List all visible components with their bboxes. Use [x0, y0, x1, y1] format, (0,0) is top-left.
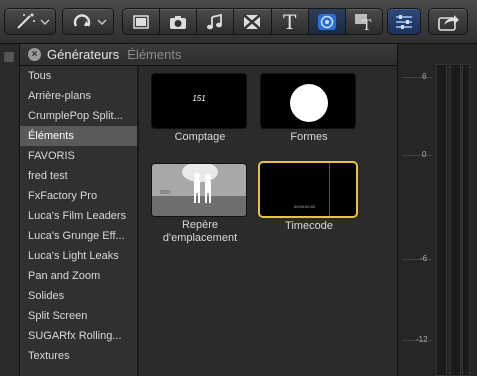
sidebar-item-textures[interactable]: Textures: [20, 346, 137, 366]
browser-segmented-control: T T: [122, 8, 383, 35]
meter-track-left: [436, 64, 447, 376]
tile-label: Comptage: [174, 131, 226, 143]
formes-thumbnail: [260, 73, 356, 129]
category-sidebar: Tous Arrière-plans CrumplePop Split... É…: [20, 66, 138, 376]
timecode-readout: 00:00:02:02: [294, 204, 316, 209]
tile-label: Formes: [290, 131, 328, 143]
magic-wand-icon: [17, 13, 50, 29]
retime-icon: [73, 13, 107, 27]
svg-text:T: T: [362, 18, 372, 32]
sidebar-item-grunge[interactable]: Luca's Grunge Eff...: [20, 226, 137, 246]
generators-icon: [317, 13, 336, 30]
photos-button[interactable]: [160, 9, 198, 34]
meter-tick-label: -12: [416, 335, 428, 344]
inspector-sliders-icon: [396, 14, 412, 29]
sidebar-item-light-leaks[interactable]: Luca's Light Leaks: [20, 246, 137, 266]
themes-button[interactable]: T: [346, 9, 382, 34]
share-icon: [438, 14, 459, 31]
titles-icon: T: [282, 9, 297, 34]
meter-tick-label: 6: [422, 72, 427, 81]
timecode-thumbnail: 00:00:02:02: [258, 161, 358, 218]
meter-track-extra: [462, 64, 470, 376]
transitions-icon: [243, 13, 262, 30]
film-browser-button[interactable]: [123, 9, 161, 34]
sidebar-item-split-screen[interactable]: Split Screen: [20, 306, 137, 326]
titles-button[interactable]: T: [272, 9, 309, 34]
sidebar-item-tous[interactable]: Tous: [20, 66, 137, 86]
browser-header: × Générateurs Éléments: [20, 44, 397, 66]
audio-meter: 6 0 -6 -12: [397, 44, 477, 376]
inspector-button[interactable]: [387, 8, 421, 35]
music-button[interactable]: [197, 9, 235, 34]
film-browser-icon: [133, 14, 149, 29]
tile-comptage[interactable]: 151 Comptage: [151, 73, 249, 145]
music-note-icon: [207, 13, 223, 29]
breadcrumb: Éléments: [127, 47, 182, 62]
meter-gridline: [402, 259, 432, 260]
placeholder-thumbnail: [151, 163, 247, 217]
sidebar-item-pan-zoom[interactable]: Pan and Zoom: [20, 266, 137, 286]
tile-label-line1: Repère: [181, 219, 219, 231]
left-panel-edge: [0, 44, 20, 376]
panel-title: Générateurs: [47, 47, 120, 62]
sidebar-item-fxfactory[interactable]: FxFactory Pro: [20, 186, 137, 206]
people-silhouette-icon: [152, 164, 246, 216]
sidebar-item-arriere-plans[interactable]: Arrière-plans: [20, 86, 137, 106]
share-button[interactable]: [428, 8, 468, 35]
tile-formes[interactable]: Formes: [260, 73, 358, 145]
sidebar-item-elements[interactable]: Éléments: [20, 126, 137, 146]
generators-button[interactable]: [308, 9, 346, 34]
meter-track-right: [450, 64, 461, 376]
meter-gridline: [402, 155, 432, 156]
sidebar-item-solides[interactable]: Solides: [20, 286, 137, 306]
tile-label: Timecode: [285, 220, 333, 232]
comptage-thumbnail: 151: [151, 73, 247, 129]
sidebar-item-fred-test[interactable]: fred test: [20, 166, 137, 186]
close-icon[interactable]: ×: [28, 48, 41, 61]
tile-repere-emplacement[interactable]: Repère d'emplacement: [151, 163, 249, 247]
sidebar-item-sugarfx[interactable]: SUGARfx Rolling...: [20, 326, 137, 346]
retime-button[interactable]: [62, 8, 114, 35]
camera-icon: [170, 15, 187, 29]
circle-shape-icon: [290, 84, 328, 122]
collapse-handle[interactable]: [4, 52, 14, 62]
meter-tick-label: -6: [420, 254, 428, 263]
tile-label-line2: d'emplacement: [162, 232, 238, 244]
meter-tick-label: 0: [422, 150, 427, 159]
sidebar-item-crumplepop[interactable]: CrumplePop Split...: [20, 106, 137, 126]
sidebar-item-favoris[interactable]: FAVORIS: [20, 146, 137, 166]
playhead-line: [329, 163, 330, 216]
transitions-button[interactable]: [234, 9, 272, 34]
toolbar: T T: [0, 0, 477, 44]
themes-icon: T: [354, 13, 372, 32]
tile-timecode[interactable]: 00:00:02:02 Timecode: [258, 161, 360, 233]
meter-gridline: [402, 77, 432, 78]
magic-wand-button[interactable]: [4, 8, 56, 35]
sidebar-item-film-leaders[interactable]: Luca's Film Leaders: [20, 206, 137, 226]
counter-value: 151: [192, 94, 206, 103]
generator-grid: 151 Comptage Formes Repère d'emplacement…: [139, 66, 397, 376]
